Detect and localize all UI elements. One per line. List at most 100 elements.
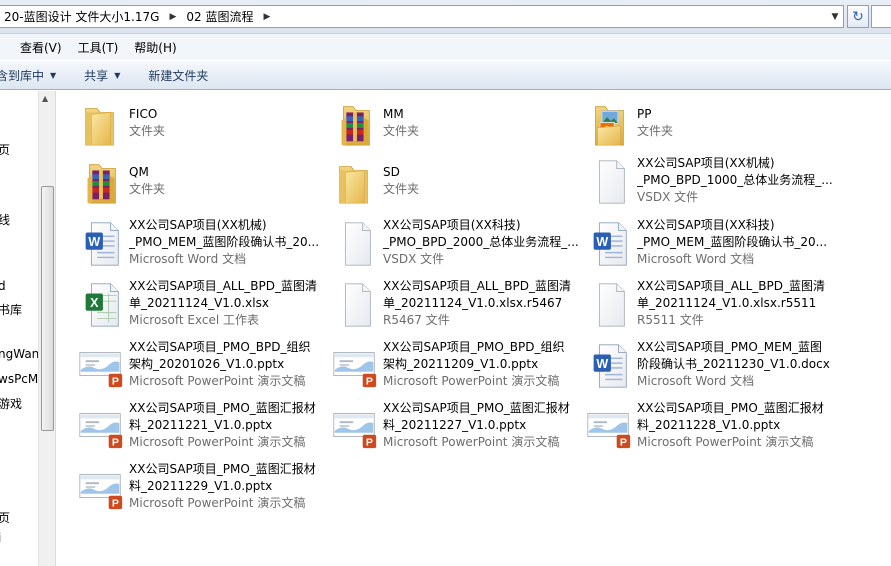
file-type: Microsoft Word 文档 — [637, 374, 755, 388]
file-text: XX公司SAP项目_PMO_蓝图汇报材 料_20211229_V1.0.pptx M… — [129, 461, 327, 512]
file-item[interactable]: QM 文件夹 — [75, 155, 325, 213]
powerpoint-icon — [75, 402, 127, 452]
file-item[interactable]: XX公司SAP项目_PMO_MEM_蓝图 阶段确认书_20211230_V1.0.… — [583, 339, 833, 397]
powerpoint-icon — [329, 341, 381, 391]
file-type: Microsoft PowerPoint 演示文稿 — [383, 435, 560, 449]
folder-icon — [329, 157, 381, 207]
folder-icon — [75, 99, 127, 149]
file-item[interactable]: SD 文件夹 — [329, 155, 579, 213]
file-name-continued: 架构_20211209_V1.0.pptx — [383, 357, 539, 371]
file-item[interactable]: XX公司SAP项目_ALL_BPD_蓝图清 单_20211124_V1.0.xls… — [329, 278, 579, 336]
file-item[interactable]: FICO 文件夹 — [75, 97, 325, 155]
file-type: VSDX 文件 — [383, 252, 445, 266]
share-label: 共享 — [84, 68, 109, 83]
blank-file-icon — [329, 280, 381, 330]
file-name-continued: 架构_20201026_V1.0.pptx — [129, 357, 285, 371]
file-item[interactable]: XX公司SAP项目_PMO_BPD_组织 架构_20201026_V1.0.ppt… — [75, 339, 325, 397]
nav-item[interactable]: 游戏 — [0, 395, 22, 412]
file-text: PP 文件夹 — [637, 106, 835, 140]
search-input[interactable] — [871, 5, 891, 28]
file-name: XX公司SAP项目_ALL_BPD_蓝图清 — [129, 279, 318, 293]
file-type: 文件夹 — [129, 124, 166, 138]
file-text: XX公司SAP项目_PMO_BPD_组织 架构_20201026_V1.0.ppt… — [129, 339, 327, 390]
nav-scrollbar[interactable]: ▲ — [38, 91, 55, 566]
file-item[interactable]: XX公司SAP项目_PMO_蓝图汇报材 料_20211221_V1.0.pptx M… — [75, 400, 325, 458]
file-name-continued: _PMO_MEM_蓝图阶段确认书_20... — [637, 235, 828, 249]
nav-item[interactable]: d — [0, 279, 6, 293]
file-item[interactable]: MM 文件夹 — [329, 97, 579, 155]
breadcrumb-current[interactable]: 02 蓝图流程 — [182, 6, 257, 27]
breadcrumb-arrow-icon[interactable]: ▶ — [163, 12, 182, 22]
breadcrumb-arrow-icon[interactable]: ▶ — [257, 12, 276, 22]
file-item[interactable]: XX公司SAP项目(XX科技) _PMO_MEM_蓝图阶段确认书_20... Mic… — [583, 217, 833, 275]
file-name: XX公司SAP项目_PMO_蓝图汇报材 — [637, 401, 824, 415]
file-text: MM 文件夹 — [383, 106, 581, 140]
menu-tools[interactable]: 工具(T) — [70, 39, 127, 56]
share-button[interactable]: 共享 ▼ — [70, 67, 134, 84]
file-name: XX公司SAP项目(XX机械) — [637, 156, 775, 170]
command-toolbar: 含到库中 ▼ 共享 ▼ 新建文件夹 — [0, 60, 891, 90]
breadcrumb-parent[interactable]: 20-蓝图设计 文件大小1.17G — [0, 6, 163, 27]
nav-item[interactable]: 页 — [0, 509, 10, 526]
file-text: XX公司SAP项目(XX机械) _PMO_MEM_蓝图阶段确认书_20... Mic… — [129, 217, 327, 268]
file-type: Microsoft Excel 工作表 — [129, 313, 260, 327]
file-text: SD 文件夹 — [383, 164, 581, 198]
file-text: XX公司SAP项目_PMO_BPD_组织 架构_20211209_V1.0.ppt… — [383, 339, 581, 390]
file-name: MM — [383, 107, 404, 121]
nav-scrollbar-thumb[interactable] — [41, 186, 54, 431]
file-name: XX公司SAP项目(XX科技) — [383, 218, 521, 232]
file-name: XX公司SAP项目_PMO_蓝图汇报材 — [129, 401, 316, 415]
file-item[interactable]: XX公司SAP项目(XX机械) _PMO_BPD_1000_总体业务流程_... V… — [583, 155, 833, 213]
blank-file-icon — [329, 219, 381, 269]
file-text: XX公司SAP项目(XX机械) _PMO_BPD_1000_总体业务流程_... V… — [637, 155, 835, 206]
file-text: FICO 文件夹 — [129, 106, 327, 140]
scroll-up-arrow-icon[interactable]: ▲ — [42, 94, 48, 103]
file-item[interactable]: XX公司SAP项目_PMO_BPD_组织 架构_20211209_V1.0.ppt… — [329, 339, 579, 397]
refresh-icon: ↻ — [852, 8, 864, 25]
file-name: QM — [129, 165, 149, 179]
file-item[interactable]: XX公司SAP项目_PMO_蓝图汇报材 料_20211229_V1.0.pptx M… — [75, 461, 325, 519]
refresh-button[interactable]: ↻ — [847, 5, 869, 28]
excel-sheet-icon — [75, 280, 127, 330]
address-bar-strip: 20-蓝图设计 文件大小1.17G ▶ 02 蓝图流程 ▶ ▼ ↻ — [0, 0, 891, 34]
file-name-continued: 单_20211124_V1.0.xlsx.r5511 — [637, 296, 817, 310]
file-text: XX公司SAP项目(XX科技) _PMO_MEM_蓝图阶段确认书_20... Mic… — [637, 217, 835, 268]
address-bar[interactable]: 20-蓝图设计 文件大小1.17G ▶ 02 蓝图流程 ▶ ▼ — [0, 5, 844, 28]
include-in-library-button[interactable]: 含到库中 ▼ — [0, 67, 70, 84]
file-name-continued: _PMO_MEM_蓝图阶段确认书_20... — [129, 235, 320, 249]
file-item[interactable]: XX公司SAP项目(XX机械) _PMO_MEM_蓝图阶段确认书_20... Mic… — [75, 217, 325, 275]
nav-item[interactable]: 页 — [0, 141, 10, 158]
file-item[interactable]: PP 文件夹 — [583, 97, 833, 155]
file-type: 文件夹 — [383, 124, 420, 138]
file-name: XX公司SAP项目_ALL_BPD_蓝图清 — [383, 279, 572, 293]
navigation-pane[interactable]: 页 线 d 书库 ngWan wsPcMa 游戏 页 i ▲ — [0, 91, 56, 566]
file-item[interactable]: XX公司SAP项目(XX科技) _PMO_BPD_2000_总体业务流程_... V… — [329, 217, 579, 275]
word-doc-icon — [583, 219, 635, 269]
file-text: XX公司SAP项目_ALL_BPD_蓝图清 单_20211124_V1.0.xls… — [637, 278, 835, 329]
nav-item[interactable]: i — [0, 531, 1, 545]
powerpoint-icon — [75, 463, 127, 513]
file-text: QM 文件夹 — [129, 164, 327, 198]
file-item[interactable]: XX公司SAP项目_PMO_蓝图汇报材 料_20211227_V1.0.pptx M… — [329, 400, 579, 458]
nav-item[interactable]: 线 — [0, 211, 10, 228]
nav-item[interactable]: ngWan — [0, 347, 39, 361]
blank-file-icon — [583, 157, 635, 207]
powerpoint-icon — [75, 341, 127, 391]
file-list[interactable]: FICO 文件夹 MM 文件夹 PP 文件夹 QM 文件夹 SD 文件夹 XX公司SAP项目(XX机… — [57, 91, 891, 566]
address-history-dropdown-icon[interactable]: ▼ — [827, 6, 843, 27]
menu-help[interactable]: 帮助(H) — [126, 39, 184, 56]
new-folder-label: 新建文件夹 — [148, 68, 209, 83]
file-type: Microsoft PowerPoint 演示文稿 — [383, 374, 560, 388]
file-type: 文件夹 — [383, 182, 420, 196]
file-name-continued: 单_20211124_V1.0.xlsx.r5467 — [383, 296, 563, 310]
nav-item[interactable]: 书库 — [0, 301, 22, 318]
file-name: XX公司SAP项目_PMO_蓝图汇报材 — [129, 462, 316, 476]
file-item[interactable]: XX公司SAP项目_PMO_蓝图汇报材 料_20211228_V1.0.pptx M… — [583, 400, 833, 458]
file-item[interactable]: XX公司SAP项目_ALL_BPD_蓝图清 单_20211124_V1.0.xls… — [583, 278, 833, 336]
new-folder-button[interactable]: 新建文件夹 — [134, 67, 222, 84]
powerpoint-icon — [583, 402, 635, 452]
menu-view[interactable]: 查看(V) — [12, 39, 70, 56]
file-item[interactable]: XX公司SAP项目_ALL_BPD_蓝图清 单_20211124_V1.0.xls… — [75, 278, 325, 336]
file-text: XX公司SAP项目_ALL_BPD_蓝图清 单_20211124_V1.0.xls… — [129, 278, 327, 329]
file-type: Microsoft PowerPoint 演示文稿 — [129, 374, 306, 388]
